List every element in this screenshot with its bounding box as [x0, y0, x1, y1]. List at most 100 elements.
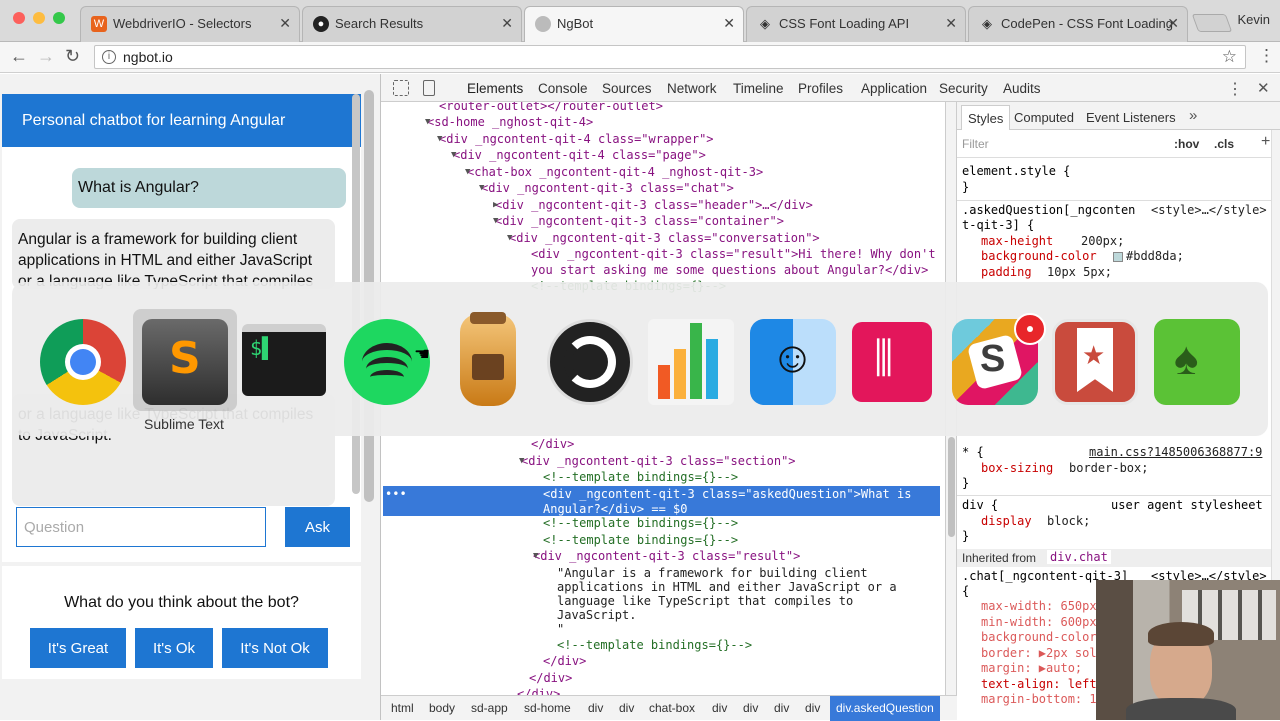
slack-icon[interactable]: S — [952, 313, 1046, 405]
expand-triangle-icon[interactable]: ▼ — [451, 147, 456, 163]
tab-search-results[interactable]: ● Search Results ✕ — [302, 6, 522, 42]
tab-ngbot[interactable]: NgBot ✕ — [524, 6, 744, 42]
tab-codepen[interactable]: ◈ CodePen - CSS Font Loading ✕ — [968, 6, 1188, 42]
css-value[interactable]: 200px; — [1081, 234, 1124, 250]
crumb-asked-question[interactable]: div.askedQuestion — [830, 696, 940, 721]
crumb-chat-box[interactable]: chat-box — [649, 701, 695, 715]
rule-source[interactable]: <style>…</style> — [1151, 203, 1267, 219]
css-value[interactable]: 10px 5px; — [1047, 265, 1112, 281]
tab-sources[interactable]: Sources — [602, 81, 652, 96]
tab-audits[interactable]: Audits — [1003, 81, 1041, 96]
dom-comment[interactable]: <!--template bindings={}--> — [543, 515, 738, 531]
dom-line[interactable]: <div _ngcontent-qit-3 class="result"> — [533, 548, 800, 564]
ask-button[interactable]: Ask — [285, 507, 350, 547]
reload-icon[interactable]: ↻ — [65, 46, 80, 67]
css-value[interactable]: #bdd8da; — [1126, 249, 1184, 265]
filter-input[interactable]: Filter — [962, 137, 989, 151]
inherited-from-link[interactable]: div.chat — [1047, 550, 1111, 564]
close-tab-icon[interactable]: ✕ — [723, 15, 735, 32]
terminal-icon[interactable]: $▌ — [242, 324, 326, 396]
rule-source-link[interactable]: main.css?1485006368877:9 — [1089, 445, 1262, 461]
css-prop[interactable]: box-sizing — [981, 461, 1053, 477]
add-rule-icon[interactable]: + — [1261, 133, 1270, 151]
crumb-body[interactable]: body — [429, 701, 455, 715]
class-toggle[interactable]: .cls — [1214, 137, 1234, 151]
tab-application[interactable]: Application — [861, 81, 927, 96]
expand-triangle-icon[interactable]: ▼ — [425, 114, 430, 130]
dom-line[interactable]: <div _ngcontent-qit-3 class="section"> — [521, 453, 796, 469]
user-profile-name[interactable]: Kevin — [1237, 12, 1270, 27]
evernote-icon[interactable]: ♠ — [1154, 319, 1240, 405]
obs-icon[interactable] — [547, 319, 633, 405]
css-prop[interactable]: max-height — [981, 234, 1053, 250]
dom-line-selected[interactable]: <div _ngcontent-qit-3 class="askedQuesti… — [543, 486, 911, 502]
dom-text[interactable]: " — [557, 621, 564, 637]
crumb-sd-home[interactable]: sd-home — [524, 701, 571, 715]
numbers-icon[interactable] — [648, 319, 734, 405]
dom-comment[interactable]: <!--template bindings={}--> — [557, 637, 752, 653]
bookmark-star-icon[interactable]: ☆ — [1222, 47, 1237, 67]
back-arrow-icon[interactable]: ← — [10, 46, 28, 67]
dom-line[interactable]: <div _ngcontent-qit-3 class="container"> — [495, 213, 784, 229]
dom-line[interactable]: <sd-home _nghost-qit-4> — [427, 114, 593, 130]
dom-line[interactable]: <chat-box _ngcontent-qit-4 _nghost-qit-3… — [467, 164, 763, 180]
crumb-div[interactable]: div — [743, 701, 758, 715]
css-prop[interactable]: text-align: left — [981, 677, 1097, 693]
node-options-icon[interactable]: ••• — [385, 486, 407, 502]
rule-selector[interactable]: div { — [962, 498, 998, 514]
close-tab-icon[interactable]: ✕ — [501, 15, 513, 32]
hover-state-toggle[interactable]: :hov — [1174, 137, 1199, 151]
expand-triangle-icon[interactable]: ▼ — [493, 213, 498, 229]
rule-selector[interactable]: * { — [962, 445, 984, 461]
crumb-div[interactable]: div — [588, 701, 603, 715]
dom-line[interactable]: <div _ngcontent-qit-4 class="wrapper"> — [439, 131, 714, 147]
dom-line[interactable]: </div> — [531, 436, 574, 452]
dom-line[interactable]: </div> — [517, 686, 560, 695]
its-ok-button[interactable]: It's Ok — [135, 628, 213, 668]
dom-line[interactable]: <div _ngcontent-qit-3 class="chat"> — [481, 180, 734, 196]
dom-line[interactable]: you start asking me some questions about… — [531, 262, 928, 278]
gitkraken-icon[interactable]: ⫼ — [852, 322, 932, 402]
close-tab-icon[interactable]: ✕ — [945, 15, 957, 32]
tab-timeline[interactable]: Timeline — [733, 81, 784, 96]
crumb-div[interactable]: div — [712, 701, 727, 715]
tab-styles[interactable]: Styles — [961, 105, 1011, 130]
inspect-element-icon[interactable] — [393, 80, 409, 96]
css-value[interactable]: block; — [1047, 514, 1090, 530]
tab-elements[interactable]: Elements — [467, 81, 523, 96]
rule-selector[interactable]: element.style { — [962, 164, 1070, 180]
css-prop[interactable]: background-color — [981, 630, 1097, 646]
css-value[interactable]: border-box; — [1069, 461, 1148, 477]
finder-icon[interactable]: ☺ — [750, 319, 836, 405]
dom-line[interactable]: </div> — [543, 653, 586, 669]
tab-event-listeners[interactable]: Event Listeners — [1086, 110, 1176, 125]
css-prop[interactable]: display — [981, 514, 1032, 530]
tab-webdriverio[interactable]: W WebdriverIO - Selectors ✕ — [80, 6, 300, 42]
tab-profiles[interactable]: Profiles — [798, 81, 843, 96]
forward-arrow-icon[interactable]: → — [37, 46, 55, 67]
css-prop[interactable]: background-color — [981, 249, 1097, 265]
dom-line[interactable]: <router-outlet></router-outlet> — [439, 102, 663, 114]
dom-line[interactable]: <div _ngcontent-qit-3 class="header">…</… — [495, 197, 813, 213]
dom-comment[interactable]: <!--template bindings={}--> — [543, 532, 738, 548]
crumb-div[interactable]: div — [619, 701, 634, 715]
tab-security[interactable]: Security — [939, 81, 988, 96]
question-input[interactable]: Question — [16, 507, 266, 547]
tab-network[interactable]: Network — [667, 81, 717, 96]
css-prop[interactable]: margin-bottom: 1 — [981, 692, 1097, 708]
dom-text[interactable]: JavaScript. — [557, 607, 636, 623]
close-window-button[interactable] — [13, 12, 25, 24]
dom-line[interactable]: </div> — [529, 670, 572, 686]
rule-selector[interactable]: t-qit-3] { — [962, 218, 1034, 234]
scroll-thumb[interactable] — [948, 437, 955, 537]
devtools-menu-icon[interactable]: ⋮ — [1227, 79, 1243, 99]
dom-line[interactable]: <div _ngcontent-qit-4 class="page"> — [453, 147, 706, 163]
tab-computed[interactable]: Computed — [1014, 110, 1074, 125]
browser-menu-icon[interactable]: ⋮ — [1258, 46, 1275, 66]
new-tab-button[interactable] — [1191, 14, 1233, 32]
dom-line[interactable]: <div _ngcontent-qit-3 class="result">Hi … — [531, 246, 936, 262]
css-prop[interactable]: margin: ▶auto; — [981, 661, 1082, 677]
expand-triangle-icon[interactable]: ▼ — [437, 131, 442, 147]
close-devtools-icon[interactable]: ✕ — [1257, 79, 1270, 97]
dom-comment[interactable]: <!--template bindings={}--> — [543, 469, 738, 485]
